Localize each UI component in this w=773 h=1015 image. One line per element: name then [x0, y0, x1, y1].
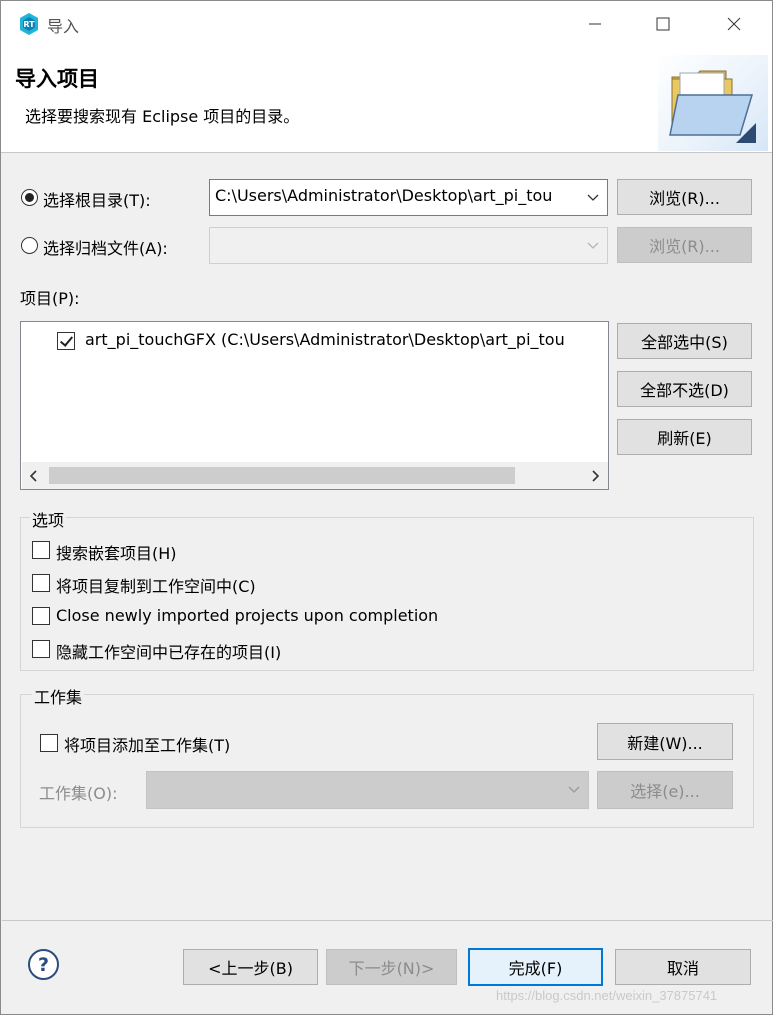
rt-thread-logo-icon: RT [20, 13, 38, 35]
root-dir-value: C:\Users\Administrator\Desktop\art_pi_to… [215, 186, 553, 205]
open-folder-icon [669, 70, 756, 143]
archive-combo[interactable] [209, 227, 608, 264]
root-dir-label: 选择根目录(T): [43, 191, 151, 210]
svg-text:RT: RT [23, 20, 35, 29]
cancel-button[interactable]: 取消 [615, 949, 751, 985]
project-checkbox[interactable] [57, 332, 75, 350]
minimize-button[interactable] [572, 7, 618, 41]
footer-divider [2, 920, 773, 921]
chevron-down-icon[interactable] [583, 180, 603, 215]
hide-existing-checkbox[interactable] [32, 640, 50, 658]
select-working-set-button[interactable]: 选择(e)... [597, 771, 733, 809]
back-button[interactable]: <上一步(B) [183, 949, 318, 985]
root-dir-combo[interactable]: C:\Users\Administrator\Desktop\art_pi_to… [209, 179, 608, 216]
minimize-icon [589, 23, 601, 25]
scroll-left-icon[interactable] [24, 462, 44, 489]
search-nested-checkbox[interactable] [32, 541, 50, 559]
close-imported-checkbox[interactable] [32, 607, 50, 625]
working-sets-combo[interactable] [146, 771, 589, 809]
new-working-set-button[interactable]: 新建(W)... [597, 723, 733, 760]
chevron-down-icon[interactable] [583, 228, 603, 263]
chevron-down-icon[interactable] [564, 772, 584, 808]
hide-existing-label: 隐藏工作空间中已存在的项目(I) [56, 643, 282, 662]
page-title: 导入项目 [15, 67, 99, 91]
root-dir-radio[interactable] [21, 189, 38, 206]
scrollbar-thumb[interactable] [49, 467, 515, 484]
copy-to-workspace-label: 将项目复制到工作空间中(C) [56, 577, 256, 596]
scroll-right-icon[interactable] [585, 462, 605, 489]
select-all-button[interactable]: 全部选中(S) [617, 323, 752, 359]
finish-button[interactable]: 完成(F) [468, 948, 603, 986]
close-icon [727, 17, 741, 31]
horizontal-scrollbar[interactable] [22, 462, 608, 489]
add-to-working-set-label: 将项目添加至工作集(T) [64, 736, 231, 755]
title-bar: RT 导入 [1, 1, 772, 47]
refresh-button[interactable]: 刷新(E) [617, 419, 752, 455]
close-imported-label: Close newly imported projects upon compl… [56, 606, 439, 625]
project-label: art_pi_touchGFX (C:\Users\Administrator\… [85, 330, 565, 349]
projects-list[interactable]: art_pi_touchGFX (C:\Users\Administrator\… [20, 321, 609, 490]
copy-to-workspace-checkbox[interactable] [32, 574, 50, 592]
watermark: https://blog.csdn.net/weixin_37875741 [496, 988, 718, 1003]
import-dialog: RT 导入 导入项目 选择要搜索现有 Eclipse 项目的目录。 选择根目录(… [0, 0, 773, 1015]
working-sets-group-title: 工作集 [32, 684, 85, 708]
maximize-button[interactable] [640, 7, 686, 41]
header-banner: 导入项目 选择要搜索现有 Eclipse 项目的目录。 [1, 47, 772, 153]
help-icon[interactable]: ? [28, 949, 59, 980]
next-button[interactable]: 下一步(N)> [326, 949, 457, 985]
deselect-all-button[interactable]: 全部不选(D) [617, 371, 752, 407]
projects-label: 项目(P): [20, 289, 80, 308]
archive-label: 选择归档文件(A): [43, 239, 168, 258]
browse-root-button[interactable]: 浏览(R)... [617, 179, 752, 215]
banner-image [658, 55, 768, 151]
browse-archive-button[interactable]: 浏览(R)... [617, 227, 752, 263]
working-sets-label: 工作集(O): [39, 784, 118, 803]
close-button[interactable] [711, 7, 757, 41]
maximize-icon [656, 17, 670, 31]
page-description: 选择要搜索现有 Eclipse 项目的目录。 [25, 107, 300, 126]
options-group-title: 选项 [30, 507, 67, 531]
window-title: 导入 [47, 17, 80, 36]
archive-radio[interactable] [21, 237, 38, 254]
add-to-working-set-checkbox[interactable] [40, 734, 58, 752]
search-nested-label: 搜索嵌套项目(H) [56, 544, 177, 563]
